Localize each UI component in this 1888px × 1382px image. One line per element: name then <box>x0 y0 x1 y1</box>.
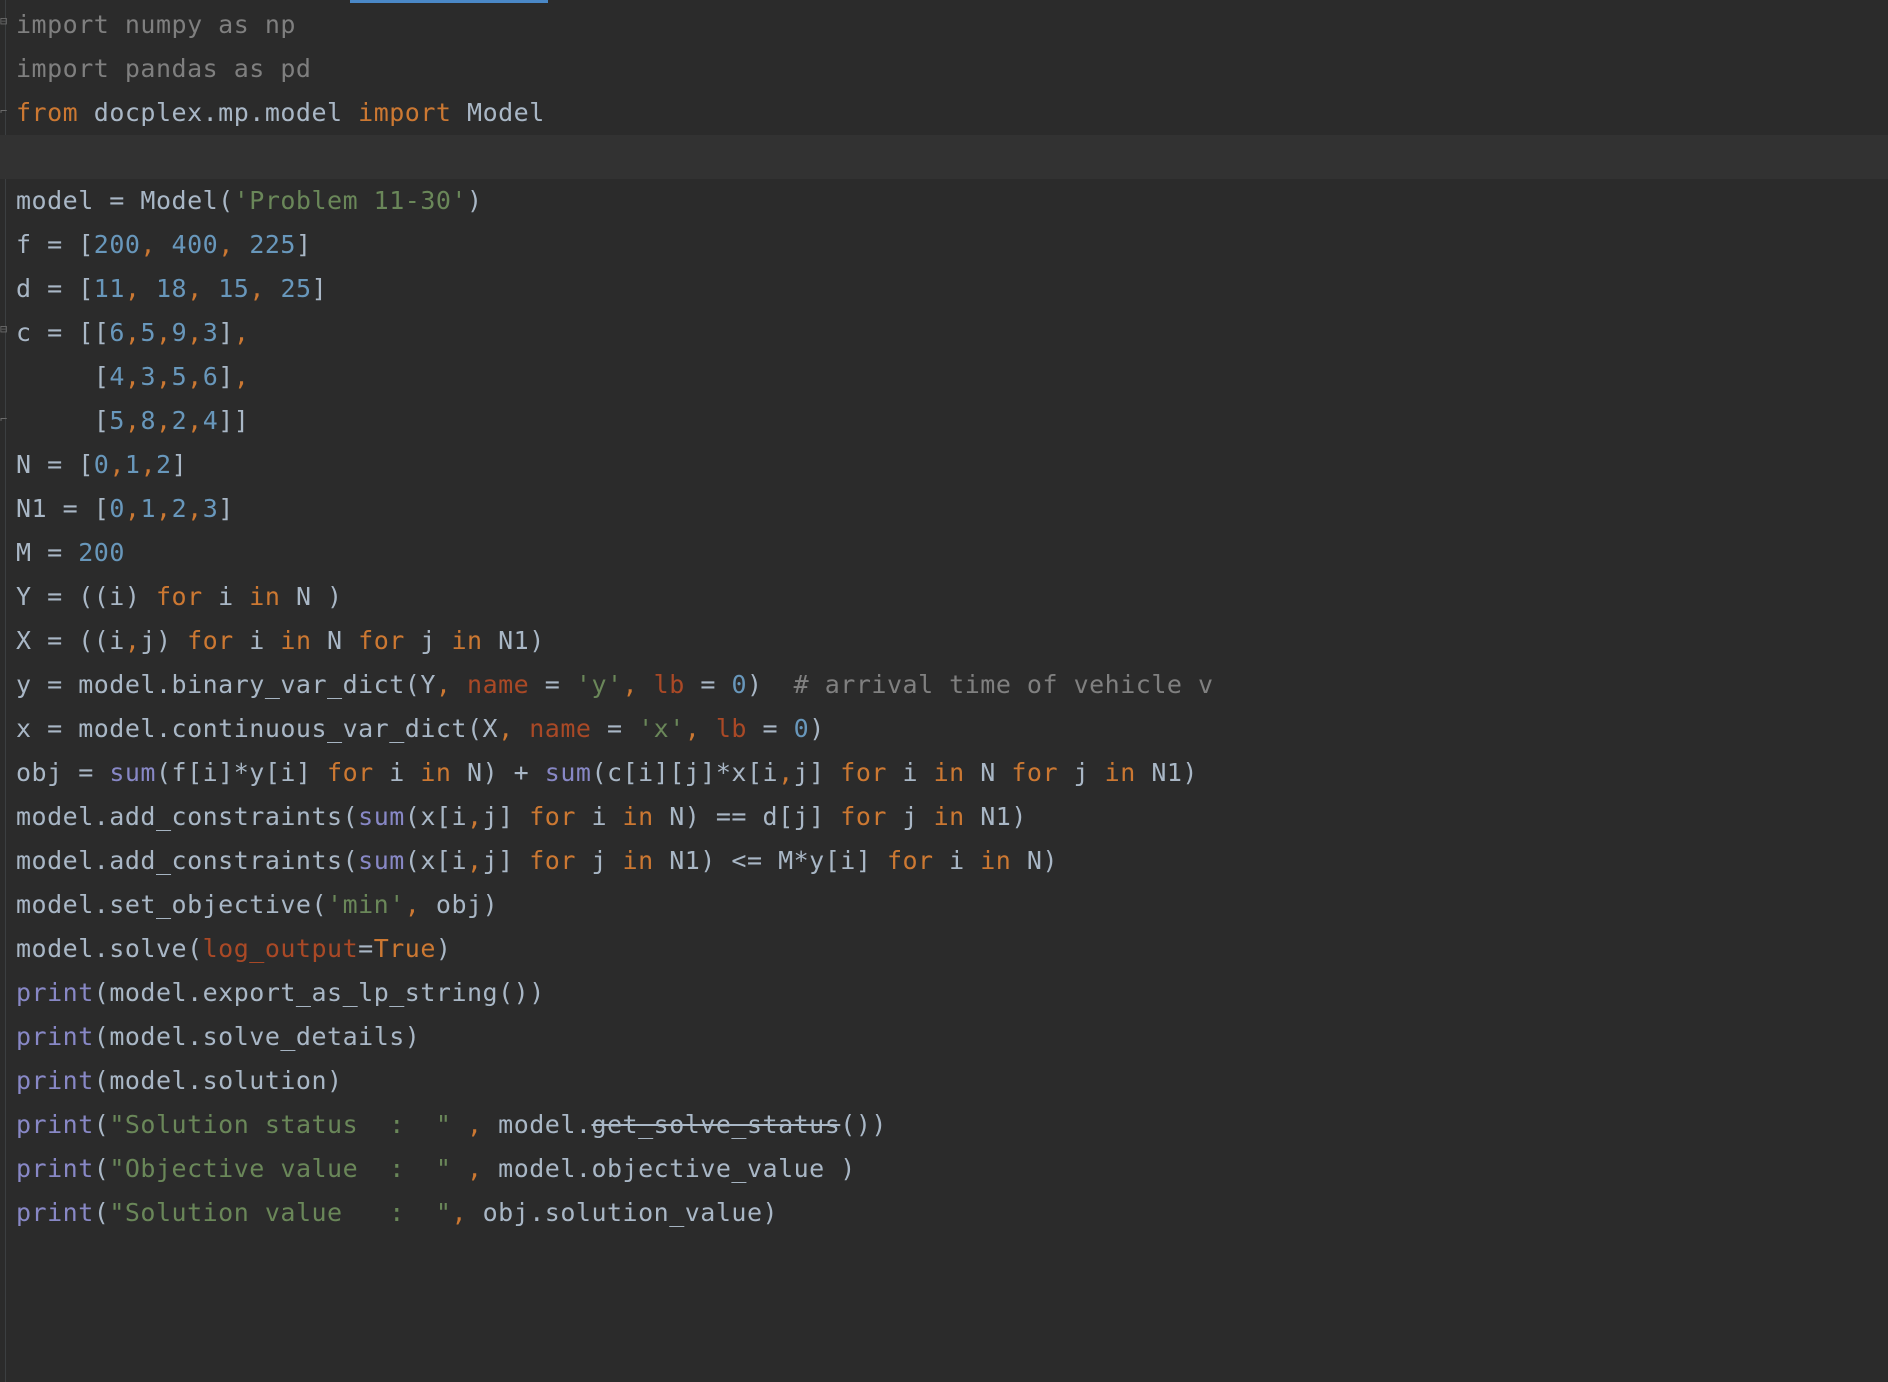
code-line-6: f = [200, 400, 225] <box>16 223 1888 267</box>
code-line-4-current <box>0 135 1888 179</box>
fold-end-icon: ⌐ <box>0 104 8 118</box>
fold-marker-icon[interactable]: ⊟ <box>0 14 10 28</box>
import-numpy: import numpy as np <box>16 10 296 39</box>
print-details: print(model.solve_details) <box>16 1022 421 1051</box>
M-def: M = 200 <box>16 538 125 567</box>
code-line-1: import numpy as np <box>16 3 1888 47</box>
x-var-dict: x = model.continuous_var_dict(X, name = … <box>16 714 825 743</box>
code-editor[interactable]: ⊟ ⌐ ⊟ ⌐ import numpy as np import pandas… <box>0 0 1888 1382</box>
print-solution-value: print("Solution value : ", obj.solution_… <box>16 1198 779 1227</box>
code-line-14: Y = ((i) for i in N ) <box>16 575 1888 619</box>
code-line-24: print(model.solve_details) <box>16 1015 1888 1059</box>
N-def: N = [0,1,2] <box>16 450 188 479</box>
solve-call: model.solve(log_output=True) <box>16 934 452 963</box>
c-def-3: [5,8,2,4]] <box>16 406 250 435</box>
code-line-20: model.add_constraints(sum(x[i,j] for j i… <box>16 839 1888 883</box>
code-line-2: import pandas as pd <box>16 47 1888 91</box>
obj-def: obj = sum(f[i]*y[i] for i in N) + sum(c[… <box>16 758 1198 787</box>
code-line-18: obj = sum(f[i]*y[i] for i in N) + sum(c[… <box>16 751 1888 795</box>
code-area[interactable]: import numpy as np import pandas as pd f… <box>0 3 1888 1235</box>
d-def: d = [11, 18, 15, 25] <box>16 274 328 303</box>
code-line-21: model.set_objective('min', obj) <box>16 883 1888 927</box>
code-line-19: model.add_constraints(sum(x[i,j] for i i… <box>16 795 1888 839</box>
code-line-22: model.solve(log_output=True) <box>16 927 1888 971</box>
code-line-26: print("Solution status : " , model.get_s… <box>16 1103 1888 1147</box>
set-objective: model.set_objective('min', obj) <box>16 890 499 919</box>
import-model: from docplex.mp.model import Model <box>16 98 545 127</box>
print-solution: print(model.solution) <box>16 1066 343 1095</box>
code-line-11: N = [0,1,2] <box>16 443 1888 487</box>
y-var-dict: y = model.binary_var_dict(Y, name = 'y',… <box>16 670 1214 699</box>
code-line-5: model = Model('Problem 11-30') <box>16 179 1888 223</box>
code-line-8: c = [[6,5,9,3], <box>16 311 1888 355</box>
fold-marker-icon[interactable]: ⊟ <box>0 322 10 336</box>
gutter <box>5 0 6 1382</box>
code-line-23: print(model.export_as_lp_string()) <box>16 971 1888 1015</box>
code-line-7: d = [11, 18, 15, 25] <box>16 267 1888 311</box>
code-line-27: print("Objective value : " , model.objec… <box>16 1147 1888 1191</box>
constraint-capacity: model.add_constraints(sum(x[i,j] for j i… <box>16 846 1059 875</box>
fold-end-icon: ⌐ <box>0 412 8 426</box>
code-line-17: x = model.continuous_var_dict(X, name = … <box>16 707 1888 751</box>
code-line-9: [4,3,5,6], <box>16 355 1888 399</box>
code-line-25: print(model.solution) <box>16 1059 1888 1103</box>
code-line-16: y = model.binary_var_dict(Y, name = 'y',… <box>16 663 1888 707</box>
code-line-10: [5,8,2,4]] <box>16 399 1888 443</box>
Y-def: Y = ((i) for i in N ) <box>16 582 343 611</box>
model-init: model = Model('Problem 11-30') <box>16 186 483 215</box>
f-def: f = [200, 400, 225] <box>16 230 312 259</box>
import-pandas: import pandas as pd <box>16 54 312 83</box>
code-line-13: M = 200 <box>16 531 1888 575</box>
print-objective: print("Objective value : " , model.objec… <box>16 1154 856 1183</box>
print-status: print("Solution status : " , model.get_s… <box>16 1110 887 1139</box>
c-def-1: c = [[6,5,9,3], <box>16 318 250 347</box>
code-line-12: N1 = [0,1,2,3] <box>16 487 1888 531</box>
code-line-15: X = ((i,j) for i in N for j in N1) <box>16 619 1888 663</box>
print-lp: print(model.export_as_lp_string()) <box>16 978 545 1007</box>
X-def: X = ((i,j) for i in N for j in N1) <box>16 626 545 655</box>
c-def-2: [4,3,5,6], <box>16 362 250 391</box>
code-line-28: print("Solution value : ", obj.solution_… <box>16 1191 1888 1235</box>
N1-def: N1 = [0,1,2,3] <box>16 494 234 523</box>
code-line-3: from docplex.mp.model import Model <box>16 91 1888 135</box>
constraint-demand: model.add_constraints(sum(x[i,j] for i i… <box>16 802 1027 831</box>
